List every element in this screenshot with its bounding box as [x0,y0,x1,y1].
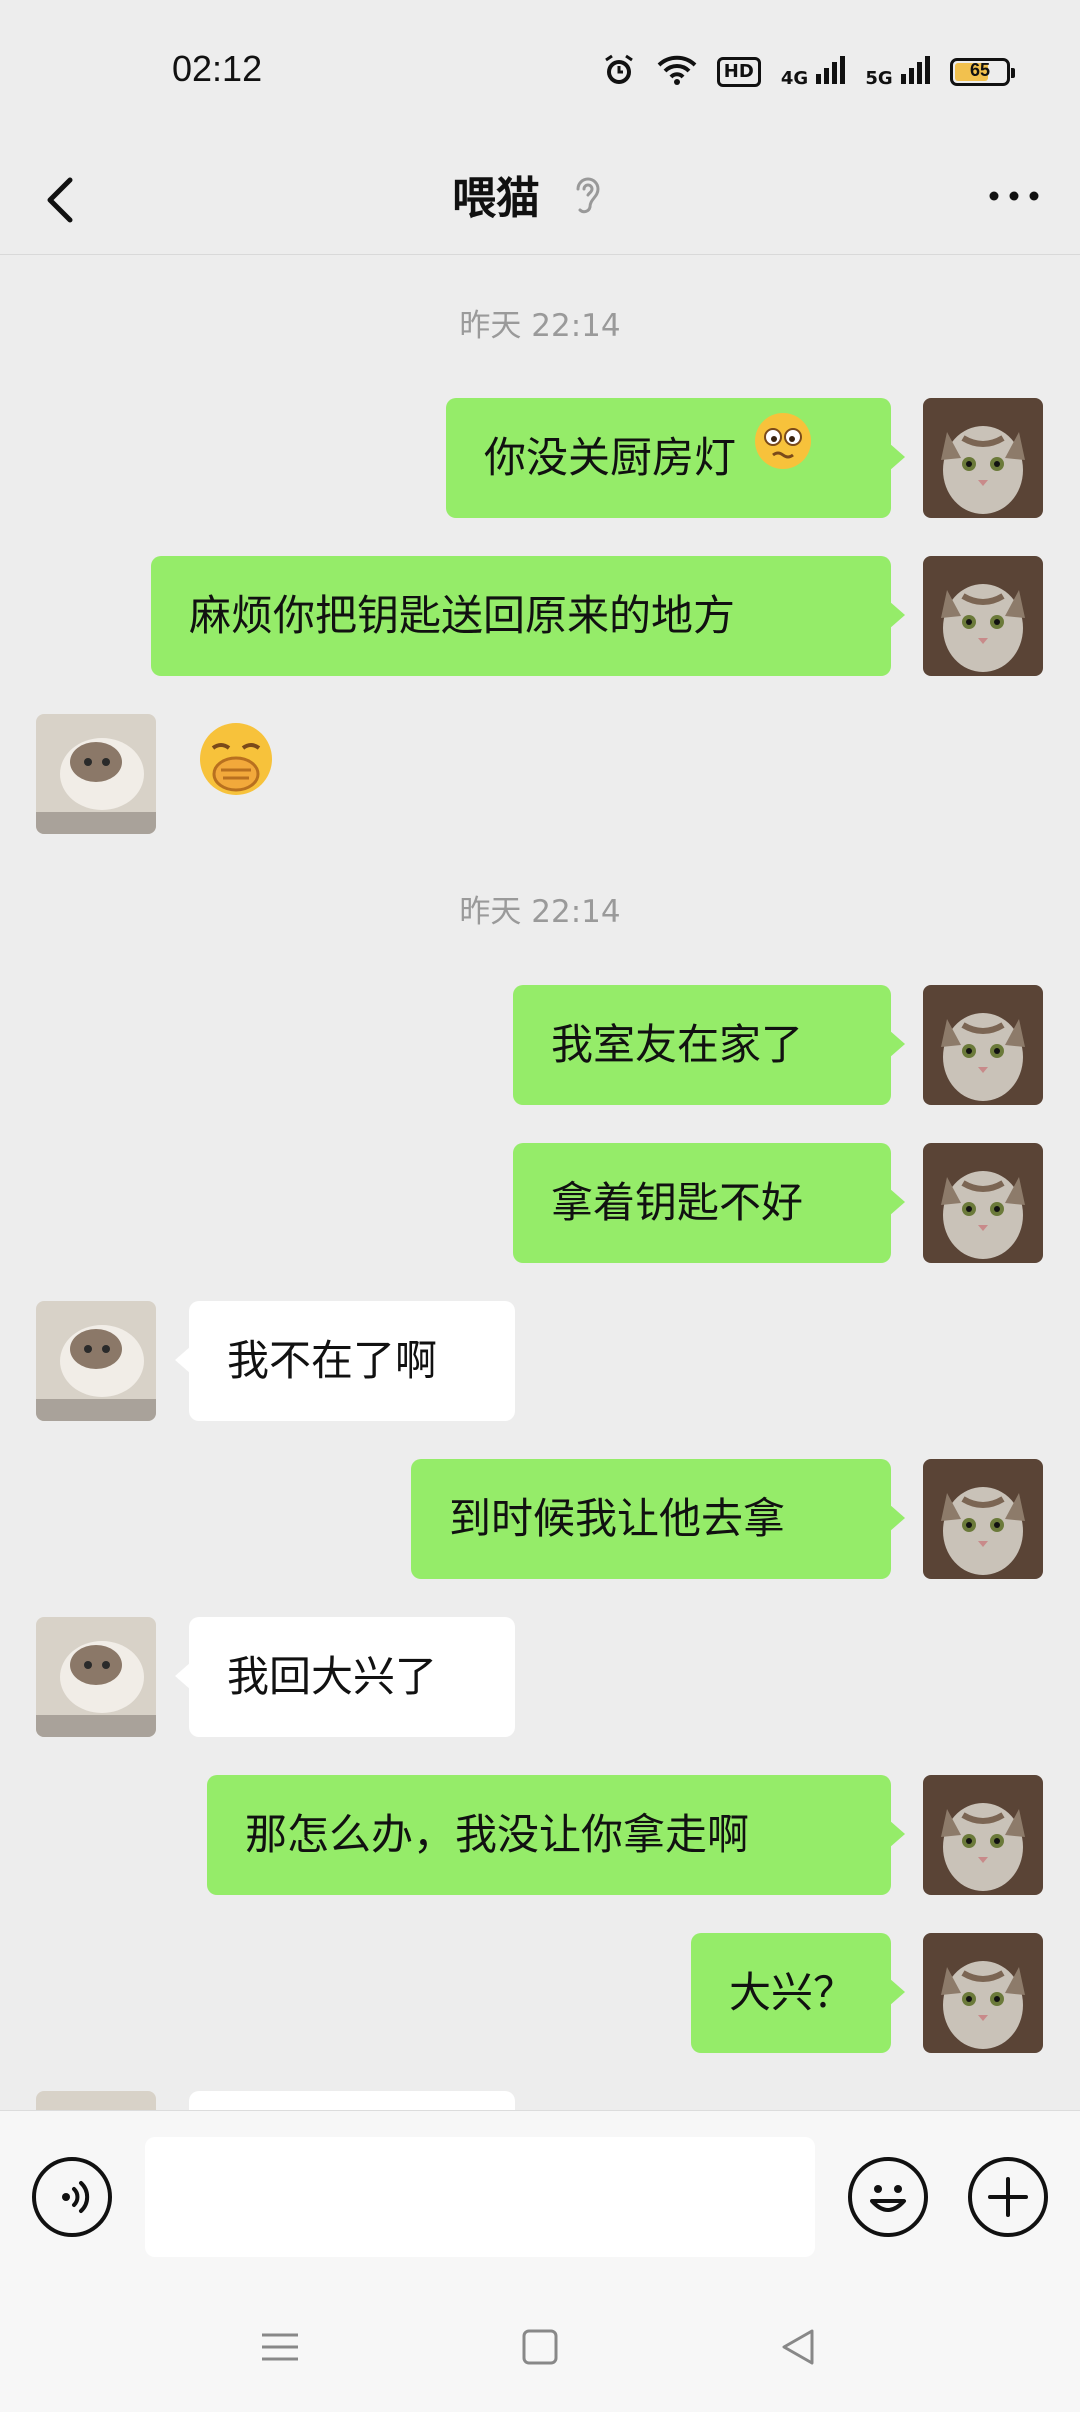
message-bubble-me[interactable]: 大兴？ [691,1933,905,2053]
avatar-me[interactable] [923,1933,1043,2053]
message-text: 那怎么办，我没让你拿走啊 [245,1810,750,1859]
signal-5g-icon: 5G [865,55,930,89]
home-icon[interactable] [518,2325,562,2369]
wifi-icon [657,54,697,90]
message-input[interactable] [145,2137,815,2257]
input-bar [0,2110,1080,2286]
message-bubble-me[interactable]: 那怎么办，我没让你拿走啊 [207,1775,905,1895]
message-text: 到时候我让他去拿 [449,1494,786,1543]
message-bubble-me[interactable]: 我室友在家了 [513,985,905,1105]
avatar-other[interactable] [36,2091,156,2110]
chat-messages[interactable]: 昨天 22:14 你没关厨房灯 麻烦你把钥匙送回原来的地方 昨天 22:14 我… [0,255,1080,2110]
message-bubble-other[interactable] [189,2091,515,2110]
chat-title-group: 喂猫 [452,162,606,226]
message-text: 我不在了啊 [227,1336,438,1385]
message-bubble-other[interactable]: 我不在了啊 [175,1301,515,1421]
alarm-icon [601,52,637,92]
avatar-me[interactable] [923,1775,1043,1895]
avatar-me[interactable] [923,1143,1043,1263]
system-nav-bar [0,2285,1080,2412]
woozy-face-emoji [753,397,813,517]
signal-4g-icon: 4G [780,55,846,89]
signal-4g-label: 4G [780,67,809,89]
message-bubble-me[interactable]: 拿着钥匙不好 [513,1143,905,1263]
emoji-icon[interactable] [848,2157,928,2237]
avatar-me[interactable] [923,556,1043,676]
status-bar: 02:12 HD 4G 5G 65 [0,0,1080,140]
message-text: 你没关厨房灯 [484,433,737,482]
signal-5g-label: 5G [865,67,893,89]
message-text: 拿着钥匙不好 [551,1178,804,1227]
timestamp: 昨天 22:14 [459,894,621,930]
battery-icon: 65 [950,58,1015,86]
avatar-other[interactable] [36,714,156,834]
plus-icon[interactable] [968,2157,1048,2237]
chat-title: 喂猫 [452,173,540,224]
chat-header: 喂猫 [0,140,1080,255]
message-text: 我回大兴了 [227,1652,438,1701]
ear-icon [570,171,606,217]
chevron-left-icon[interactable] [38,158,98,238]
avatar-me[interactable] [923,398,1043,518]
message-bubble-other[interactable]: 我回大兴了 [175,1617,515,1737]
avatar-me[interactable] [923,1459,1043,1579]
status-icons: HD 4G 5G 65 [601,52,1015,92]
more-icon[interactable] [984,176,1044,216]
avatar-other[interactable] [36,1301,156,1421]
voice-icon[interactable] [32,2157,112,2237]
message-text: 麻烦你把钥匙送回原来的地方 [189,591,736,640]
battery-level: 65 [969,60,991,80]
hd-icon: HD [716,57,761,87]
menu-icon[interactable] [258,2325,302,2369]
message-bubble-me[interactable]: 到时候我让他去拿 [411,1459,905,1579]
back-icon[interactable] [776,2325,820,2369]
facepalm-emoji[interactable] [195,718,277,800]
message-bubble-me[interactable]: 麻烦你把钥匙送回原来的地方 [151,556,905,676]
avatar-other[interactable] [36,1617,156,1737]
message-text: 大兴？ [729,1968,856,2017]
message-bubble-me[interactable]: 你没关厨房灯 [446,397,905,518]
status-time: 02:12 [172,48,263,89]
avatar-me[interactable] [923,985,1043,1105]
timestamp: 昨天 22:14 [459,308,621,344]
message-text: 我室友在家了 [551,1020,804,1069]
